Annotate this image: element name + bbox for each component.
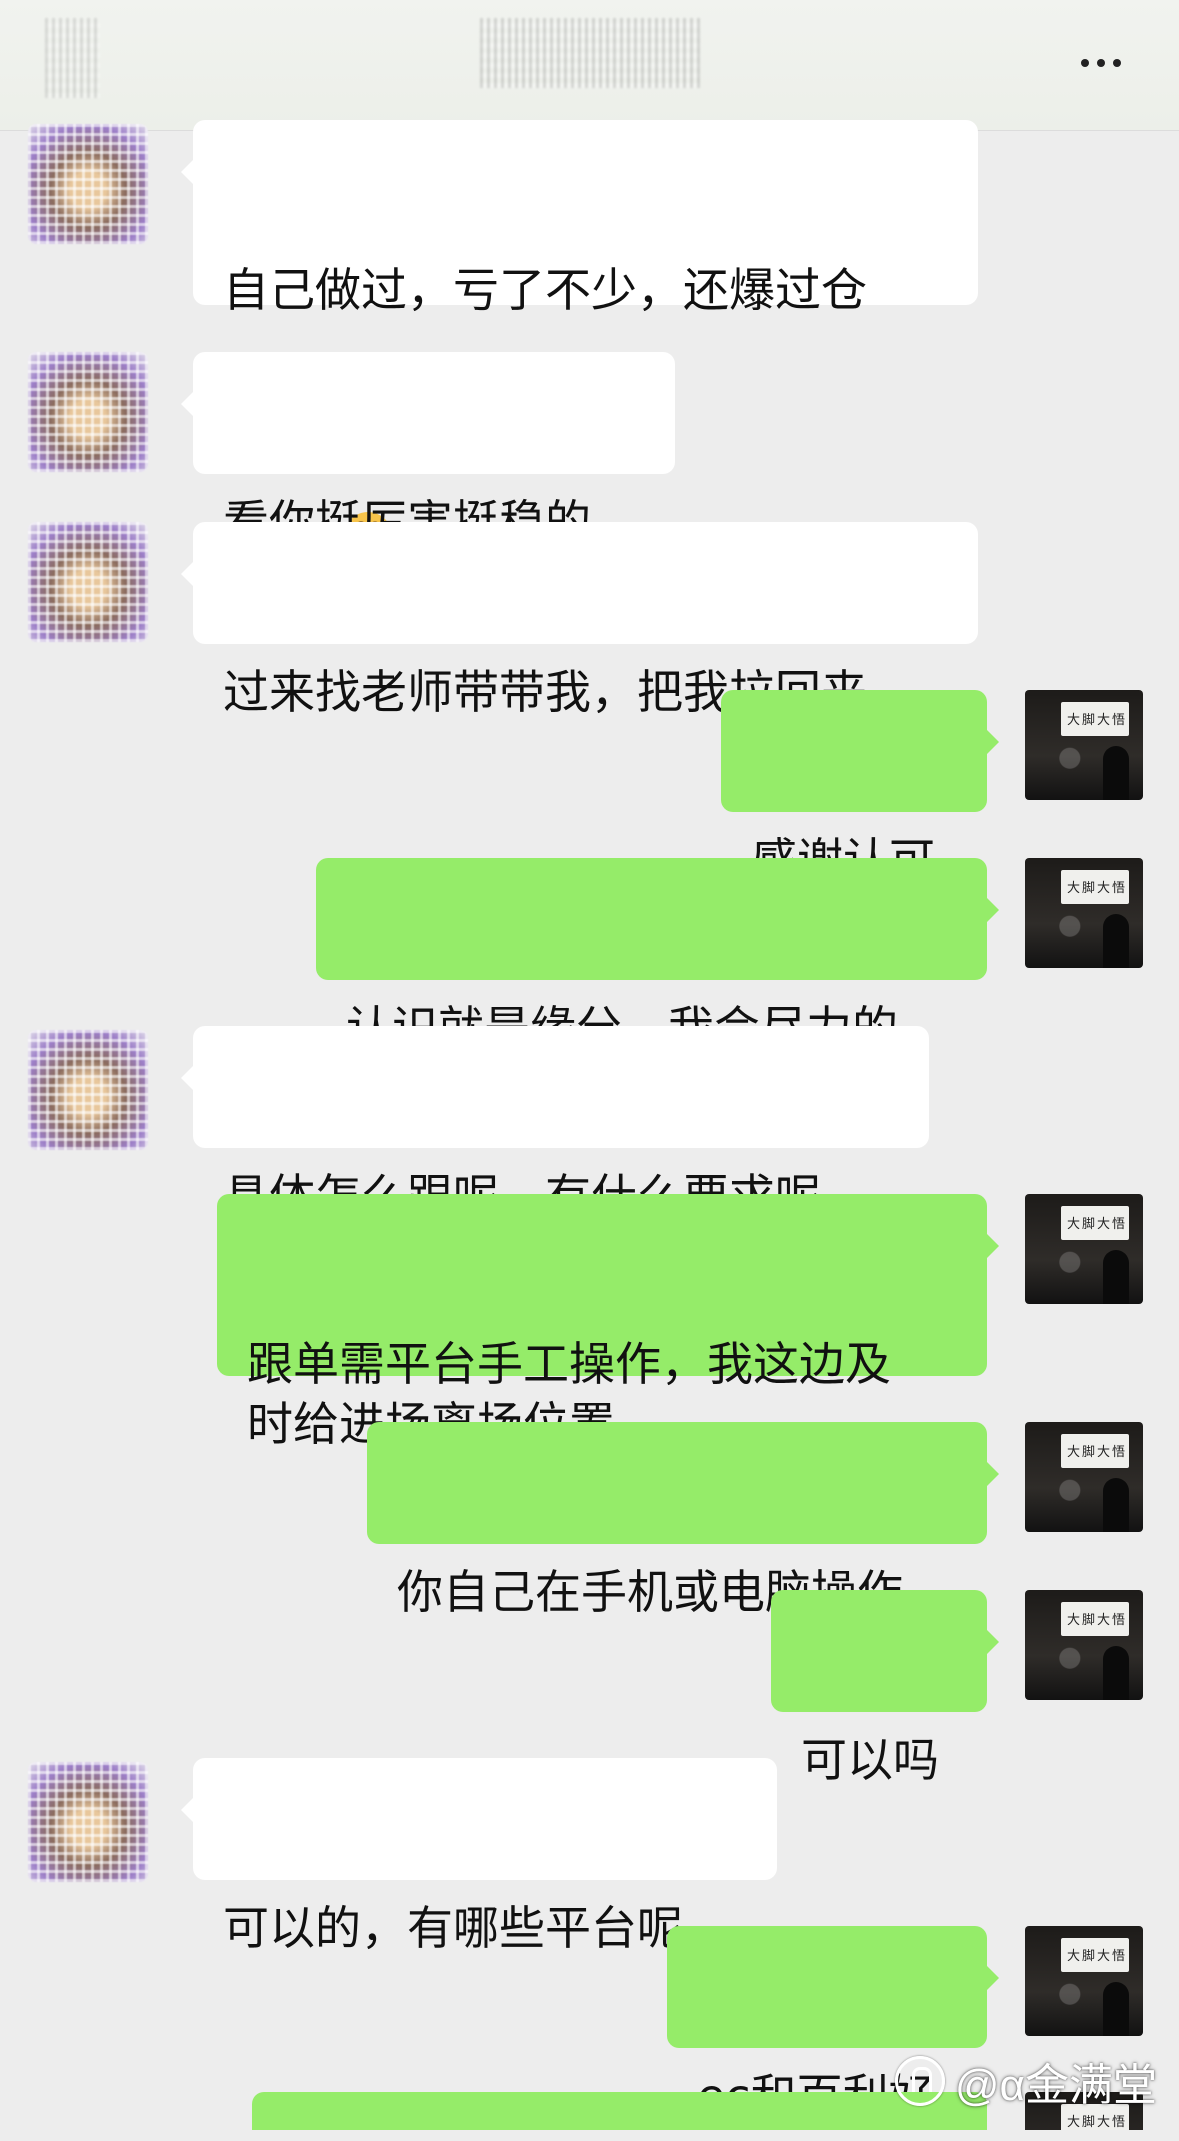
message-row: 大脚大悟 你自己在手机或电脑操作 <box>0 1422 1179 1619</box>
back-button-blurred[interactable] <box>45 18 100 98</box>
message-row: 过来找老师带带我，把我拉回来 <box>0 522 1179 719</box>
message-bubble-received[interactable]: 具体怎么跟呢，有什么要求呢 <box>181 1026 929 1223</box>
message-row: 看你挺厉害挺稳的 <box>0 352 1179 549</box>
contact-avatar[interactable] <box>28 124 148 244</box>
message-bubble-received[interactable]: 过来找老师带带我，把我拉回来 <box>181 522 978 719</box>
avatar-figure <box>1103 1982 1129 2036</box>
message-bubble-received[interactable]: 看你挺厉害挺稳的 <box>181 352 675 549</box>
message-bubble-sent[interactable]: 跟单需平台手工操作，我这边及 时给进场离场位置 <box>217 1194 999 1451</box>
my-avatar[interactable]: 大脚大悟 <box>1025 1194 1143 1304</box>
contact-avatar[interactable] <box>28 1030 148 1150</box>
chat-title-blurred <box>480 18 700 88</box>
contact-avatar[interactable] <box>28 1762 148 1882</box>
avatar-board-text: 大脚大悟 <box>1067 1613 1128 1628</box>
message-bubble-received[interactable]: 可以的，有哪些平台呢 <box>181 1758 777 1955</box>
avatar-figure <box>1103 1646 1129 1700</box>
my-avatar[interactable]: 大脚大悟 <box>1025 690 1143 800</box>
more-icon[interactable] <box>1071 48 1131 78</box>
message-bubble-sent[interactable]: 你自己在手机或电脑操作 <box>367 1422 999 1619</box>
message-row: 大脚大悟 ec和百利好 <box>0 1926 1179 2123</box>
message-row: 大脚大悟 可以吗 <box>0 1590 1179 1787</box>
watermark-text: @α金满堂 <box>954 2061 1157 2110</box>
platform-logo-icon <box>894 2056 945 2106</box>
avatar-figure <box>1103 1250 1129 1304</box>
avatar-board-text: 大脚大悟 <box>1067 2115 1128 2130</box>
contact-avatar[interactable] <box>28 352 148 472</box>
message-text: 自己做过，亏了不少，还爆过仓 <box>223 263 867 317</box>
message-row: 大脚大悟 跟单需平台手工操作，我这边及 时给进场离场位置 <box>0 1194 1179 1451</box>
watermark: @α金满堂 <box>894 2049 1157 2113</box>
avatar-figure <box>1103 746 1129 800</box>
message-bubble-sent[interactable]: 认识就是缘分，我会尽力的 <box>316 858 999 1055</box>
more-dot-2-icon <box>1097 59 1105 67</box>
message-row: 大脚大悟 认识就是缘分，我会尽力的 <box>0 858 1179 1055</box>
my-avatar[interactable]: 大脚大悟 <box>1025 858 1143 968</box>
my-avatar[interactable]: 大脚大悟 <box>1025 1926 1143 2036</box>
message-row: 具体怎么跟呢，有什么要求呢 <box>0 1026 1179 1223</box>
message-bubble-sent[interactable]: ec和百利好 <box>667 1926 999 2123</box>
avatar-board-text: 大脚大悟 <box>1067 1217 1128 1232</box>
message-bubble-sent-partial[interactable] <box>252 2092 987 2130</box>
avatar-board-text: 大脚大悟 <box>1067 1949 1128 1964</box>
message-bubble-received[interactable]: 自己做过，亏了不少，还爆过仓 <box>181 120 978 621</box>
more-dot-1-icon <box>1081 59 1089 67</box>
avatar-board-text: 大脚大悟 <box>1067 713 1128 728</box>
chat-thread[interactable]: 自己做过，亏了不少，还爆过仓 过来找老师带带我，把我拉回来 大脚大悟 大脚大悟 … <box>0 120 1179 2130</box>
contact-avatar[interactable] <box>28 522 148 642</box>
message-bubble-sent[interactable]: 可以吗 <box>771 1590 999 1787</box>
avatar-figure <box>1103 914 1129 968</box>
my-avatar[interactable]: 大脚大悟 <box>1025 1422 1143 1532</box>
message-bubble-sent[interactable]: 感谢认可 <box>721 690 999 887</box>
avatar-board-text: 大脚大悟 <box>1067 881 1128 896</box>
chat-header <box>0 0 1179 131</box>
more-dot-3-icon <box>1113 59 1121 67</box>
avatar-figure <box>1103 1478 1129 1532</box>
avatar-board-text: 大脚大悟 <box>1067 1445 1128 1460</box>
message-row: 可以的，有哪些平台呢 <box>0 1758 1179 1955</box>
message-row: 自己做过，亏了不少，还爆过仓 <box>0 120 1179 621</box>
my-avatar[interactable]: 大脚大悟 <box>1025 1590 1143 1700</box>
message-row: 大脚大悟 感谢认可 <box>0 690 1179 887</box>
